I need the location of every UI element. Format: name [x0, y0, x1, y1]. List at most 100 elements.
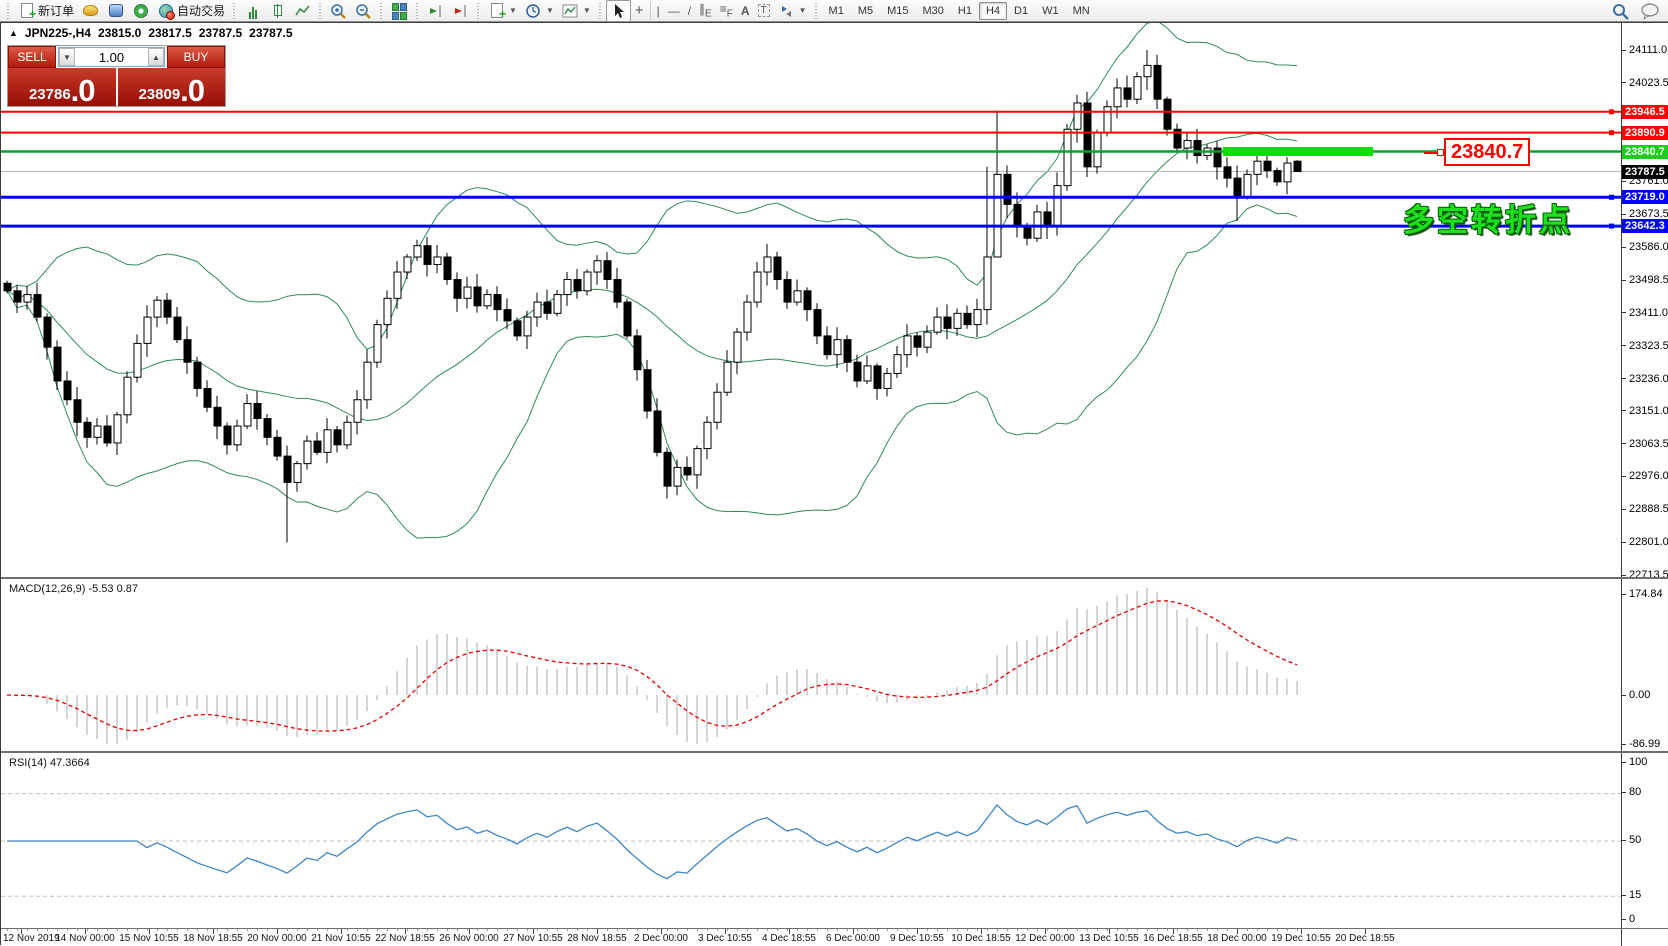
- price-tick: [1622, 247, 1626, 248]
- zoom-in-icon: [330, 3, 347, 19]
- time-minor-tick: [197, 929, 198, 931]
- timeframe-d1-button[interactable]: D1: [1007, 2, 1035, 20]
- fibonacci-tool-button[interactable]: ≡F: [716, 0, 737, 22]
- price-callout-label[interactable]: 23840.7: [1444, 138, 1530, 166]
- sell-price-button[interactable]: 23786 .0: [8, 68, 116, 106]
- volume-decrease-button[interactable]: ▼: [59, 48, 75, 66]
- new-order-icon: +: [18, 3, 35, 19]
- line-chart-mode-button[interactable]: [290, 0, 315, 22]
- trendline-tool-button[interactable]: /: [684, 0, 695, 22]
- time-minor-tick: [947, 929, 948, 931]
- autotrading-button[interactable]: 自动交易: [153, 0, 229, 22]
- signal-button[interactable]: [128, 0, 153, 22]
- timeframe-m5-button[interactable]: M5: [851, 2, 880, 20]
- timeframe-w1-button[interactable]: W1: [1035, 2, 1066, 20]
- text-label-tool-button[interactable]: T: [754, 0, 774, 22]
- toolbar-grip[interactable]: [6, 3, 11, 19]
- macd-scale-label: -86.99: [1629, 738, 1660, 750]
- chevron-down-icon: ▼: [509, 6, 517, 15]
- toolbar-grip[interactable]: [318, 3, 323, 19]
- candle-body: [284, 456, 291, 482]
- annotation-text[interactable]: 多空转折点: [1403, 195, 1573, 240]
- gold-ingot-button[interactable]: [78, 0, 103, 22]
- indicators-menu-button[interactable]: ▼: [558, 0, 595, 22]
- time-minor-tick: [57, 929, 58, 931]
- panel-separator[interactable]: [1, 577, 1668, 579]
- level-price-tag-23719.0[interactable]: 23719.0: [1622, 190, 1668, 204]
- remote-trading-button[interactable]: [103, 0, 128, 22]
- collapse-triangle-icon[interactable]: ▲: [9, 28, 18, 38]
- candle-body: [1004, 174, 1011, 204]
- toolbar-grip[interactable]: [379, 3, 384, 19]
- timeframe-m30-button[interactable]: M30: [916, 2, 951, 20]
- candle-body: [684, 467, 691, 475]
- timeframe-m1-button[interactable]: M1: [822, 2, 851, 20]
- macd-panel-canvas[interactable]: [1, 579, 1621, 751]
- crosshair-tool-button[interactable]: +: [631, 0, 648, 22]
- toolbar-grip[interactable]: [415, 3, 420, 19]
- main-chart-canvas[interactable]: [1, 23, 1621, 577]
- chat-icon[interactable]: [1640, 3, 1660, 20]
- auto-scroll-button[interactable]: [423, 0, 448, 22]
- horizontal-line-tool-button[interactable]: —: [664, 0, 684, 22]
- candlestick-mode-button[interactable]: [265, 0, 290, 22]
- timeframe-mn-button[interactable]: MN: [1066, 2, 1097, 20]
- candle-body: [424, 246, 431, 265]
- time-minor-tick: [1197, 929, 1198, 931]
- time-minor-tick: [347, 929, 348, 931]
- time-axis[interactable]: 12 Nov 201914 Nov 00:0015 Nov 10:5518 No…: [1, 929, 1621, 946]
- timeframe-m15-button[interactable]: M15: [880, 2, 915, 20]
- buy-button[interactable]: BUY: [167, 46, 225, 68]
- macd-scale-tick: [1622, 744, 1626, 745]
- zoom-in-button[interactable]: [326, 0, 351, 22]
- price-axis[interactable]: 24111.024023.523936.023761.023673.523586…: [1621, 23, 1668, 946]
- rsi-panel-canvas[interactable]: [1, 753, 1621, 929]
- candle-body: [784, 280, 791, 303]
- candle-body: [714, 392, 721, 422]
- arrow-shapes-icon: [778, 3, 795, 19]
- time-minor-tick: [17, 929, 18, 931]
- time-minor-tick: [1127, 929, 1128, 931]
- cursor-tool-button[interactable]: [606, 0, 631, 22]
- zoom-out-button[interactable]: [351, 0, 376, 22]
- toolbar-grip[interactable]: [598, 3, 603, 19]
- timeframe-h4-button[interactable]: H4: [979, 2, 1007, 20]
- time-minor-tick: [657, 929, 658, 931]
- vertical-line-tool-button[interactable]: |: [653, 0, 664, 22]
- level-price-tag-23642.3[interactable]: 23642.3: [1622, 219, 1668, 233]
- candle-body: [904, 336, 911, 355]
- timeframe-h1-button[interactable]: H1: [951, 2, 979, 20]
- text-tool-button[interactable]: A: [737, 0, 754, 22]
- toolbar-grip[interactable]: [232, 3, 237, 19]
- sell-button[interactable]: SELL: [8, 46, 56, 68]
- tile-windows-button[interactable]: [387, 0, 412, 22]
- buy-price-button[interactable]: 23809 .0: [118, 68, 226, 106]
- time-minor-tick: [987, 929, 988, 931]
- time-minor-tick: [307, 929, 308, 931]
- bar-chart-mode-button[interactable]: [240, 0, 265, 22]
- candle-body: [1224, 167, 1231, 178]
- arrows-tool-button[interactable]: ▼: [774, 0, 811, 22]
- new-chart-button[interactable]: + ▼: [484, 0, 521, 22]
- candle-body: [554, 295, 561, 314]
- level-price-tag-23946.5[interactable]: 23946.5: [1622, 105, 1668, 119]
- autotrading-label: 自动交易: [177, 2, 225, 19]
- volume-input[interactable]: 1.00: [75, 48, 148, 66]
- chart-shift-button[interactable]: [448, 0, 473, 22]
- toolbar-grip[interactable]: [476, 3, 481, 19]
- channel-tool-button[interactable]: ∥E: [695, 0, 716, 22]
- volume-increase-button[interactable]: ▲: [148, 48, 164, 66]
- panel-separator[interactable]: [1, 751, 1668, 753]
- level-price-tag-23787.5[interactable]: 23787.5: [1622, 165, 1668, 179]
- candle-body: [224, 426, 231, 445]
- period-menu-button[interactable]: ▼: [521, 0, 558, 22]
- level-price-tag-23890.9[interactable]: 23890.9: [1622, 126, 1668, 140]
- chart-window: ▲ JPN225-,H4 23815.0 23817.5 23787.5 237…: [0, 22, 1668, 945]
- candle-body: [274, 437, 281, 456]
- level-price-tag-23840.7[interactable]: 23840.7: [1622, 145, 1668, 159]
- time-minor-tick: [737, 929, 738, 931]
- toolbar-grip[interactable]: [814, 3, 819, 19]
- new-order-button[interactable]: + 新订单: [14, 0, 78, 22]
- search-icon[interactable]: [1612, 3, 1630, 20]
- time-minor-tick: [427, 929, 428, 931]
